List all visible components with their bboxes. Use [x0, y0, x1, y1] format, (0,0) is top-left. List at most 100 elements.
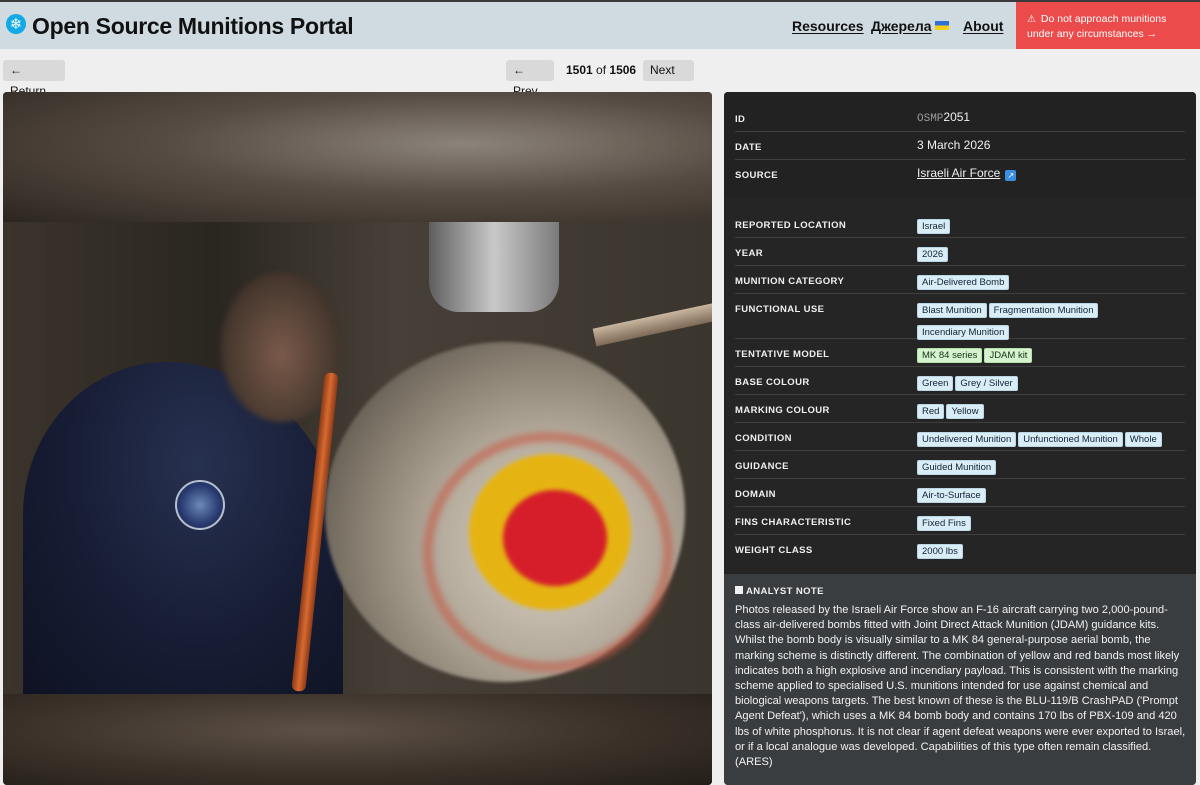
source-link[interactable]: Israeli Air Force — [917, 166, 1000, 180]
row-date: DATE 3 March 2026 — [735, 132, 1185, 160]
analyst-note-title-text: ANALYST NOTE — [746, 586, 824, 597]
source-label: SOURCE — [735, 170, 779, 181]
attribute-row: DOMAIN Air-to-Surface — [735, 479, 1185, 507]
attribute-tag[interactable]: Yellow — [946, 404, 984, 419]
note-icon — [735, 586, 743, 594]
photo-bomb-red-marking — [503, 490, 607, 586]
row-source: SOURCE Israeli Air Force ↗ — [735, 160, 1185, 188]
attribute-label: BASE COLOUR — [735, 377, 810, 388]
total-count: 1506 — [609, 63, 637, 77]
munition-photo[interactable] — [3, 92, 712, 785]
page-counter: 1501 of 1506 — [566, 63, 636, 77]
analyst-note: ANALYST NOTE Photos released by the Isra… — [724, 574, 1196, 785]
photo-squadron-patch — [175, 480, 225, 530]
attribute-label: REPORTED LOCATION — [735, 220, 847, 231]
attribute-tag[interactable]: Israel — [917, 219, 951, 234]
attribute-label: GUIDANCE — [735, 461, 789, 472]
attribute-tag[interactable]: MK 84 series — [917, 348, 983, 363]
of-label: of — [596, 63, 607, 77]
attribute-tag[interactable]: Air-Delivered Bomb — [917, 275, 1010, 290]
attribute-row: REPORTED LOCATION Israel — [735, 210, 1185, 238]
attribute-label: FINS CHARACTERISTIC — [735, 517, 852, 528]
attribute-tag[interactable]: Incendiary Munition — [917, 325, 1010, 340]
photo-blur-bottom — [3, 694, 712, 785]
warning-text: Do not approach munitions under any circ… — [1027, 13, 1167, 40]
id-label: ID — [735, 114, 746, 125]
nav-about-link[interactable]: About — [963, 18, 1003, 34]
details-panel: ID OSMP2051 DATE 3 March 2026 SOURCE Isr… — [724, 92, 1196, 785]
attribute-tag[interactable]: Green — [917, 376, 954, 391]
attribute-tags: Green Grey / Silver — [917, 373, 1185, 395]
snowflake-icon[interactable]: ❄ — [6, 14, 26, 34]
photo-main — [3, 222, 712, 694]
attribute-label: MUNITION CATEGORY — [735, 276, 845, 287]
attribute-tag[interactable]: Unfunctioned Munition — [1018, 432, 1123, 447]
attribute-row: FUNCTIONAL USE Blast Munition Fragmentatio… — [735, 294, 1185, 340]
id-value: OSMP2051 — [917, 110, 970, 125]
attribute-tag[interactable]: JDAM kit — [984, 348, 1033, 363]
attribute-tags: Blast Munition Fragmentation Munition Ince… — [917, 300, 1185, 344]
attribute-tags: Fixed Fins — [917, 513, 1185, 535]
next-button[interactable]: Next → — [643, 60, 694, 98]
top-header: ❄ Open Source Munitions Portal Resources… — [0, 0, 1200, 49]
attribute-label: DOMAIN — [735, 489, 776, 500]
warning-icon: ⚠ — [1027, 14, 1036, 25]
attribute-tag[interactable]: 2000 lbs — [917, 544, 963, 559]
attribute-tags: MK 84 series JDAM kit — [917, 345, 1185, 367]
attribute-tag[interactable]: 2026 — [917, 247, 949, 262]
photo-pylon — [429, 222, 559, 312]
attribute-label: TENTATIVE MODEL — [735, 349, 830, 360]
attribute-tags: Air-Delivered Bomb — [917, 272, 1185, 294]
safety-warning-banner[interactable]: ⚠ Do not approach munitions under any ci… — [1016, 2, 1200, 49]
attribute-row: TENTATIVE MODEL MK 84 series JDAM kit — [735, 339, 1185, 367]
prev-button[interactable]: ← Prev — [506, 60, 554, 98]
attribute-tags: Red Yellow — [917, 401, 1185, 423]
photo-fin — [592, 299, 712, 347]
attribute-tag[interactable]: Undelivered Munition — [917, 432, 1017, 447]
current-index: 1501 — [566, 63, 593, 77]
site-title[interactable]: Open Source Munitions Portal — [32, 13, 354, 40]
attribute-tag[interactable]: Air-to-Surface — [917, 488, 986, 503]
nav-sources-link[interactable]: Джерела — [871, 18, 949, 34]
attribute-row: MUNITION CATEGORY Air-Delivered Bomb — [735, 266, 1185, 294]
attribute-row: WEIGHT CLASS 2000 lbs — [735, 535, 1185, 563]
attribute-tag[interactable]: Fragmentation Munition — [988, 303, 1099, 318]
attribute-tags: Israel — [917, 216, 1185, 238]
date-label: DATE — [735, 142, 762, 153]
analyst-note-body: Photos released by the Israeli Air Force… — [735, 604, 1186, 769]
attribute-row: FINS CHARACTERISTIC Fixed Fins — [735, 507, 1185, 535]
attribute-label: FUNCTIONAL USE — [735, 304, 825, 315]
attribute-tags: Undelivered Munition Unfunctioned Munitio… — [917, 429, 1185, 451]
attribute-tag[interactable]: Red — [917, 404, 945, 419]
attribute-row: YEAR 2026 — [735, 238, 1185, 266]
attributes-section: REPORTED LOCATION Israel YEAR 2026 MUNITION … — [724, 198, 1196, 574]
nav-resources-link[interactable]: Resources — [792, 18, 864, 34]
attribute-tags: Guided Munition — [917, 457, 1185, 479]
external-link-icon[interactable]: ↗ — [1005, 170, 1017, 181]
analyst-note-title: ANALYST NOTE — [735, 586, 824, 597]
attribute-label: MARKING COLOUR — [735, 405, 830, 416]
attribute-label: WEIGHT CLASS — [735, 545, 813, 556]
id-number: 2051 — [943, 110, 971, 124]
attribute-tag[interactable]: Whole — [1124, 432, 1162, 447]
attribute-tag[interactable]: Guided Munition — [917, 460, 997, 475]
ukraine-flag-icon — [934, 21, 949, 30]
attribute-label: YEAR — [735, 248, 763, 259]
attribute-tag[interactable]: Fixed Fins — [917, 516, 971, 531]
row-id: ID OSMP2051 — [735, 104, 1185, 132]
attribute-row: CONDITION Undelivered Munition Unfunctione… — [735, 423, 1185, 451]
photo-blur-top — [3, 92, 712, 222]
attribute-label: CONDITION — [735, 433, 792, 444]
attribute-tags: Air-to-Surface — [917, 485, 1185, 507]
return-button[interactable]: ← Return — [3, 60, 65, 98]
date-value: 3 March 2026 — [917, 138, 991, 152]
id-prefix: OSMP — [917, 113, 944, 125]
nav-sources-label: Джерела — [871, 18, 932, 34]
attribute-tags: 2026 — [917, 244, 1185, 266]
attribute-tags: 2000 lbs — [917, 541, 1185, 563]
attribute-row: MARKING COLOUR Red Yellow — [735, 395, 1185, 423]
attribute-tag[interactable]: Blast Munition — [917, 303, 987, 318]
attribute-row: GUIDANCE Guided Munition — [735, 451, 1185, 479]
record-meta: ID OSMP2051 DATE 3 March 2026 SOURCE Isr… — [724, 92, 1196, 198]
attribute-tag[interactable]: Grey / Silver — [955, 376, 1018, 391]
